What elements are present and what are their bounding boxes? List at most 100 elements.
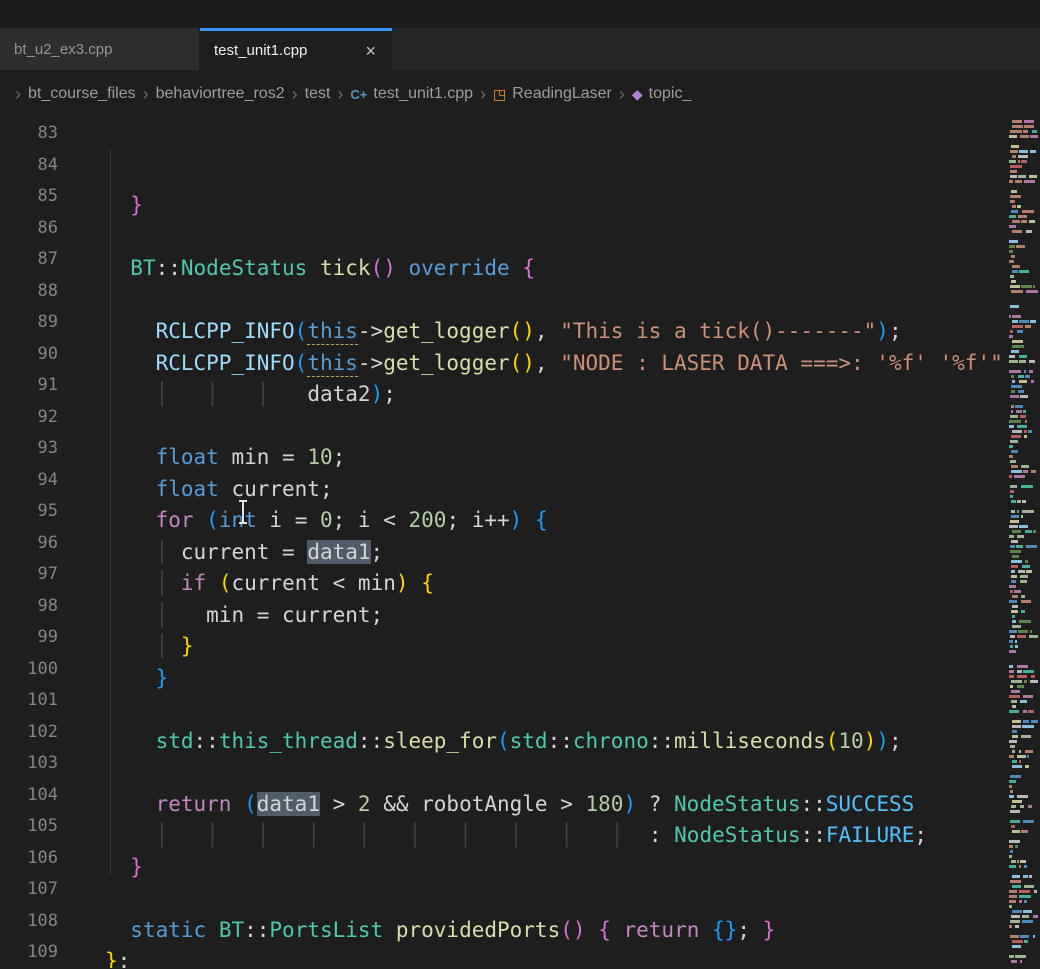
code-line[interactable]: │ │ │ data2); (105, 379, 1008, 411)
line-number[interactable]: 89 (0, 307, 58, 339)
code-line[interactable]: }; (105, 946, 1008, 968)
minimap-line (1012, 730, 1017, 733)
minimap-line (1009, 900, 1016, 903)
code-line[interactable]: for (int i = 0; i < 200; i++) { (105, 505, 1008, 537)
code-line[interactable]: static BT::PortsList providedPorts() { r… (105, 915, 1008, 947)
code-line[interactable]: } (105, 852, 1008, 884)
line-number[interactable]: 94 (0, 465, 58, 497)
line-number[interactable]: 102 (0, 717, 58, 749)
minimap-line (1018, 215, 1027, 218)
code-line[interactable]: RCLCPP_INFO(this->get_logger(), "NODE : … (105, 348, 1008, 380)
line-number[interactable]: 95 (0, 496, 58, 528)
code-line[interactable]: } (105, 190, 1008, 222)
code-line[interactable]: │ if (current < min) { (105, 568, 1008, 600)
minimap-line (1010, 820, 1020, 823)
minimap-line (1018, 175, 1026, 178)
breadcrumb-item-topic[interactable]: ◆ topic_ (632, 85, 691, 103)
line-number[interactable]: 99 (0, 622, 58, 654)
code-line[interactable] (105, 694, 1008, 726)
code-line[interactable]: BT::NodeStatus tick() override { (105, 253, 1008, 285)
line-number[interactable]: 97 (0, 559, 58, 591)
minimap-line (1011, 500, 1016, 503)
code-line[interactable]: } (105, 663, 1008, 695)
line-number[interactable]: 96 (0, 528, 58, 560)
minimap-line (1030, 630, 1032, 633)
line-number[interactable]: 100 (0, 654, 58, 686)
line-number[interactable]: 83 (0, 118, 58, 150)
code-editor[interactable]: 8384858687888990919293949596979899100101… (0, 118, 1040, 968)
minimap-line (1029, 635, 1037, 638)
minimap-line (1009, 260, 1014, 263)
code-line[interactable]: std::this_thread::sleep_for(std::chrono:… (105, 726, 1008, 758)
minimap-line (1009, 755, 1014, 758)
breadcrumb-item-behaviortree-ros2[interactable]: behaviortree_ros2 (156, 85, 285, 103)
minimap-line (1033, 935, 1035, 938)
minimap-line (1009, 455, 1013, 458)
minimap-line (1029, 370, 1033, 373)
line-number[interactable]: 104 (0, 780, 58, 812)
line-number[interactable]: 91 (0, 370, 58, 402)
minimap-line (1024, 900, 1027, 903)
minimap-line (1031, 720, 1038, 723)
code-line[interactable]: │ } (105, 631, 1008, 663)
breadcrumb-item-readinglaser[interactable]: ◳ ReadingLaser (493, 85, 612, 103)
line-number[interactable]: 85 (0, 181, 58, 213)
code-line[interactable] (105, 222, 1008, 254)
code-line[interactable]: RCLCPP_INFO(this->get_logger(), "This is… (105, 316, 1008, 348)
line-number[interactable]: 101 (0, 685, 58, 717)
code-lines[interactable]: } BT::NodeStatus tick() override { RCLCP… (105, 118, 1008, 968)
line-number[interactable]: 109 (0, 937, 58, 969)
line-number[interactable]: 108 (0, 906, 58, 938)
minimap-line (1009, 135, 1017, 138)
line-number[interactable]: 90 (0, 339, 58, 371)
minimap-line (1016, 545, 1023, 548)
line-number[interactable]: 105 (0, 811, 58, 843)
minimap-line (1012, 220, 1020, 223)
minimap-line (1012, 265, 1020, 268)
minimap-line (1009, 355, 1015, 358)
code-line[interactable] (105, 757, 1008, 789)
minimap-line (1009, 370, 1021, 373)
line-number[interactable]: 88 (0, 276, 58, 308)
breadcrumb-item-test[interactable]: test (305, 85, 331, 103)
minimap-line (1021, 160, 1027, 163)
code-line[interactable] (105, 285, 1008, 317)
code-line[interactable]: │ │ │ │ │ │ │ │ │ │ : NodeStatus::FAILUR… (105, 820, 1008, 852)
code-line[interactable]: float min = 10; (105, 442, 1008, 474)
tab-bt-u2-ex3[interactable]: bt_u2_ex3.cpp (0, 28, 200, 70)
line-number[interactable]: 106 (0, 843, 58, 875)
code-line[interactable] (105, 883, 1008, 915)
line-number[interactable]: 84 (0, 150, 58, 182)
minimap-line (1010, 590, 1013, 593)
minimap-line (1009, 845, 1013, 848)
code-line[interactable] (105, 411, 1008, 443)
minimap-line (1011, 565, 1018, 568)
close-icon[interactable]: × (363, 42, 378, 60)
minimap-line (1019, 760, 1021, 763)
minimap-line (1024, 940, 1028, 943)
minimap-line (1030, 135, 1038, 138)
line-number[interactable]: 93 (0, 433, 58, 465)
minimap-line (1010, 460, 1016, 463)
code-line[interactable]: │ current = data1; (105, 537, 1008, 569)
line-number[interactable]: 103 (0, 748, 58, 780)
code-line[interactable]: float current; (105, 474, 1008, 506)
line-number[interactable]: 98 (0, 591, 58, 623)
breadcrumb-item-bt-course-files[interactable]: bt_course_files (28, 85, 136, 103)
minimap-line (1010, 635, 1015, 638)
code-line[interactable]: return (data1 > 2 && robotAngle > 180) ?… (105, 789, 1008, 821)
minimap-line (1022, 915, 1029, 918)
minimap-line (1010, 810, 1020, 813)
minimap-line (1010, 850, 1013, 853)
line-number[interactable]: 107 (0, 874, 58, 906)
line-number[interactable]: 87 (0, 244, 58, 276)
line-number[interactable]: 86 (0, 213, 58, 245)
code-line[interactable]: │ min = current; (105, 600, 1008, 632)
minimap-line (1025, 765, 1029, 768)
minimap-line (1030, 680, 1038, 683)
minimap-line (1015, 645, 1017, 648)
breadcrumb-item-test-unit1[interactable]: C+ test_unit1.cpp (350, 85, 473, 103)
tab-test-unit1[interactable]: test_unit1.cpp × (200, 28, 392, 70)
minimap[interactable] (1008, 118, 1040, 968)
line-number[interactable]: 92 (0, 402, 58, 434)
